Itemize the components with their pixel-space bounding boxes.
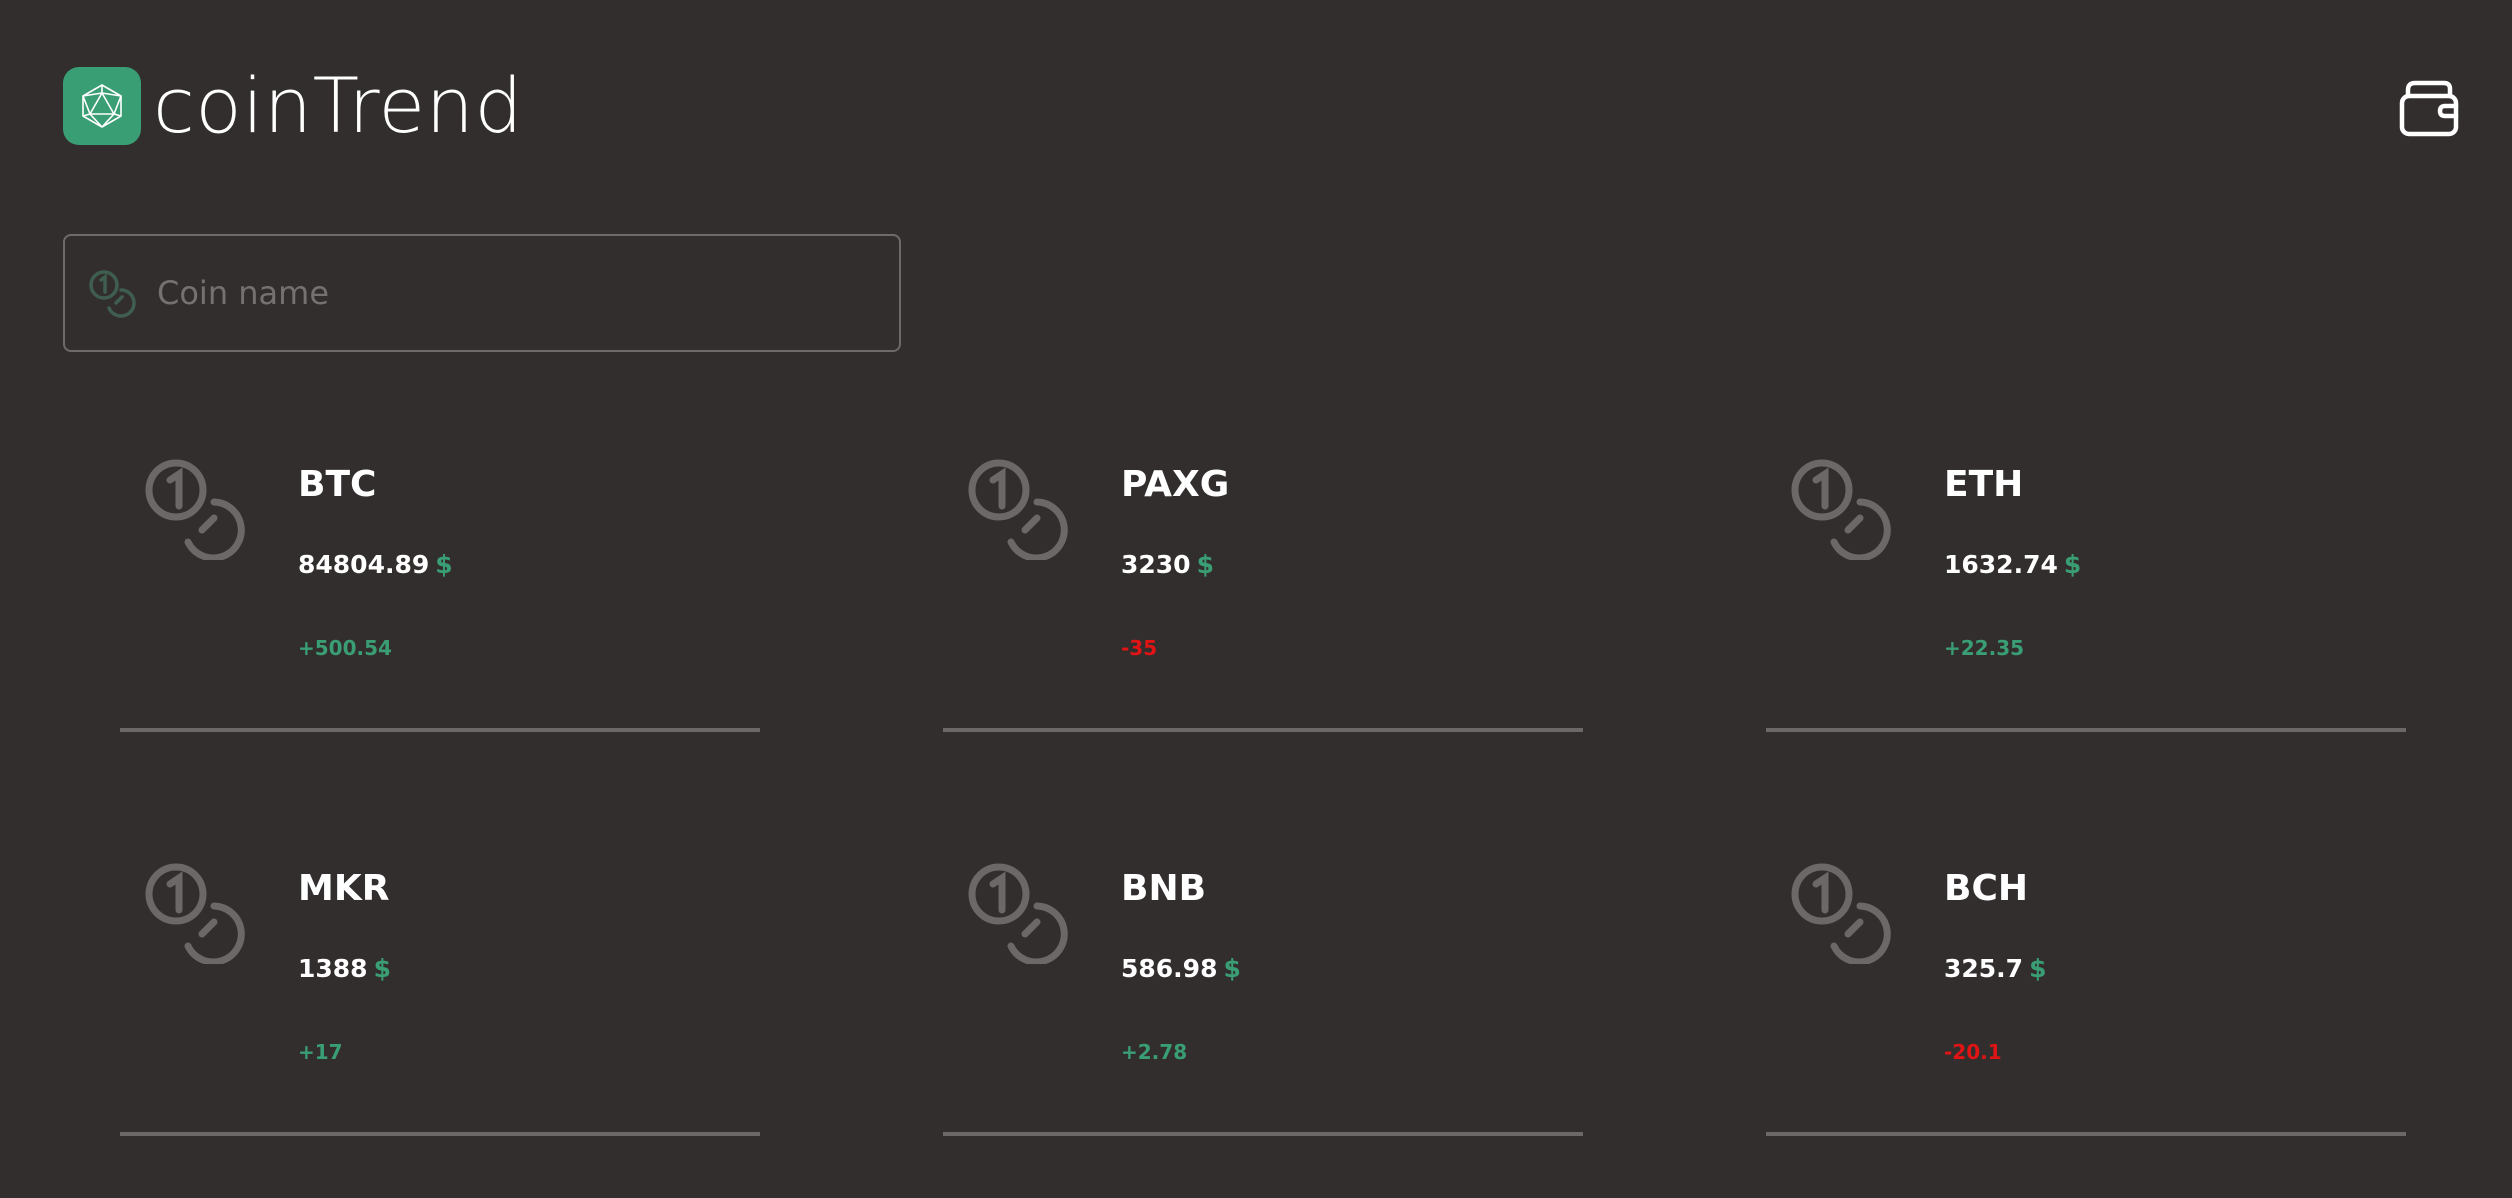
divider (1766, 1132, 2406, 1136)
coin-card[interactable]: PAXG 3230 $ -35 (943, 414, 1583, 744)
divider (120, 1132, 760, 1136)
coin-change: +17 (298, 1040, 343, 1064)
coins-icon (89, 270, 136, 318)
coin-card[interactable]: MKR 1388 $ +17 (120, 818, 760, 1148)
coin-change: +500.54 (298, 636, 392, 660)
coin-change: -35 (1121, 636, 1158, 660)
coin-symbol: PAXG (1121, 464, 1230, 505)
divider (943, 1132, 1583, 1136)
coin-price: 325.7 $ (1944, 954, 2047, 983)
currency-symbol: $ (435, 550, 453, 579)
coin-symbol: MKR (298, 868, 390, 909)
coin-price: 1632.74 $ (1944, 550, 2082, 579)
currency-symbol: $ (2063, 550, 2082, 579)
app-logo[interactable]: coinTrend (63, 67, 523, 145)
coin-change: +2.78 (1121, 1040, 1188, 1064)
coin-symbol: BNB (1121, 868, 1207, 909)
coins-icon (1791, 863, 1891, 964)
app-name: coinTrend (153, 61, 524, 150)
coin-symbol: ETH (1944, 464, 2024, 505)
coins-icon (1791, 459, 1891, 560)
coin-price: 3230 $ (1121, 550, 1214, 579)
coin-card[interactable]: ETH 1632.74 $ +22.35 (1766, 414, 2406, 744)
coin-price: 586.98 $ (1121, 954, 1241, 983)
wallet-icon (2399, 80, 2459, 137)
polyhedron-icon (63, 67, 141, 145)
coin-search-box[interactable] (63, 234, 901, 352)
coin-card[interactable]: BCH 325.7 $ -20.1 (1766, 818, 2406, 1148)
divider (943, 728, 1583, 732)
coins-icon (145, 459, 245, 560)
divider (1766, 728, 2406, 732)
coin-change: -20.1 (1944, 1040, 2002, 1064)
divider (120, 728, 760, 732)
coins-icon (145, 863, 245, 964)
coin-price: 1388 $ (298, 954, 391, 983)
coin-change: +22.35 (1944, 636, 2025, 660)
currency-symbol: $ (1196, 550, 1214, 579)
coin-symbol: BCH (1944, 868, 2028, 909)
coins-icon (968, 459, 1068, 560)
app-header: coinTrend (0, 0, 2512, 200)
coin-symbol: BTC (298, 464, 377, 505)
currency-symbol: $ (373, 954, 391, 983)
coin-price: 84804.89 $ (298, 550, 453, 579)
coins-icon (968, 863, 1068, 964)
coin-card[interactable]: BTC 84804.89 $ +500.54 (120, 414, 760, 744)
currency-symbol: $ (2029, 954, 2047, 983)
coin-search-input[interactable] (155, 273, 859, 313)
wallet-button[interactable] (2396, 78, 2462, 140)
coin-card[interactable]: BNB 586.98 $ +2.78 (943, 818, 1583, 1148)
currency-symbol: $ (1223, 954, 1241, 983)
